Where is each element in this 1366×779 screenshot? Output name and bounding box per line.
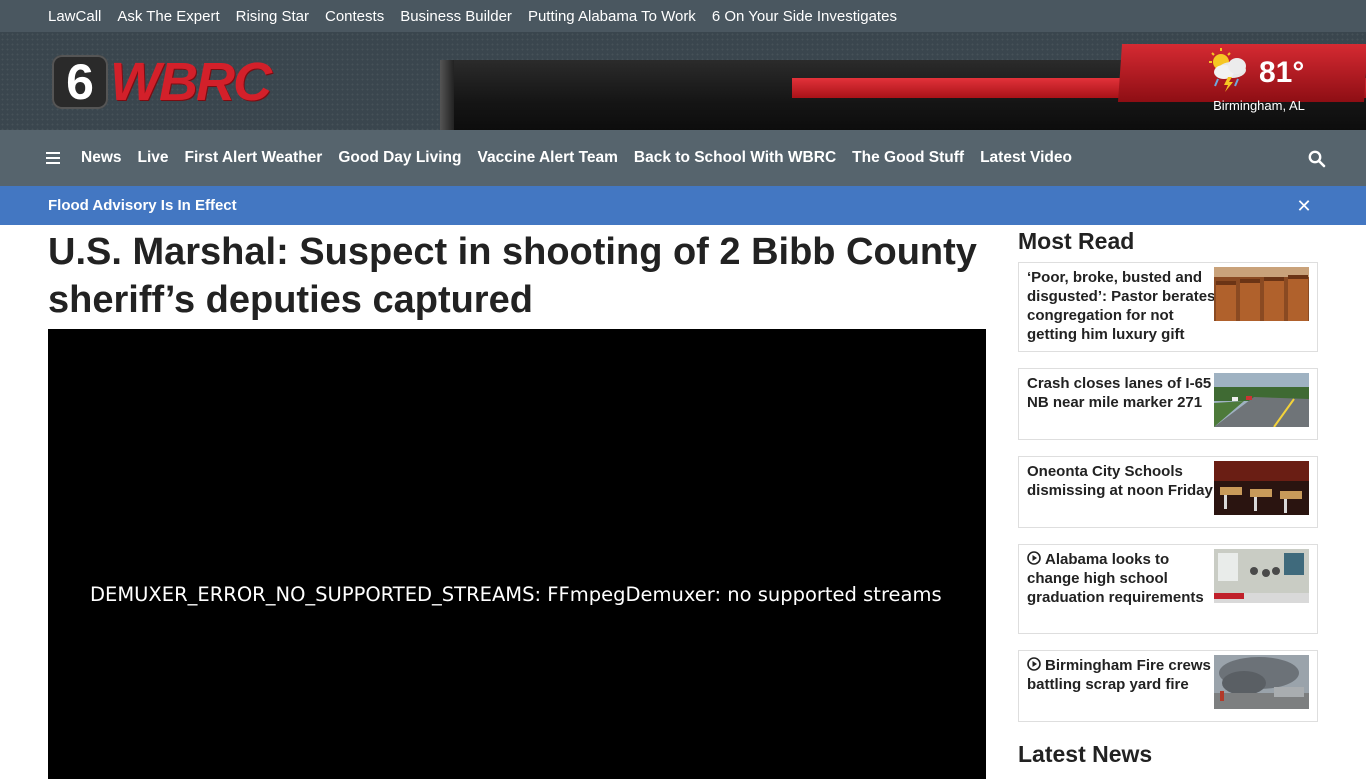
most-read-item-title: Alabama looks to change high school grad…: [1027, 551, 1204, 606]
most-read-item[interactable]: Oneonta City Schools dismissing at noon …: [1018, 456, 1318, 528]
nav-item-back-to-school[interactable]: Back to School With WBRC: [634, 149, 836, 167]
close-icon[interactable]: ✕: [1296, 197, 1312, 215]
play-icon: [1027, 551, 1041, 565]
article-headline: U.S. Marshal: Suspect in shooting of 2 B…: [48, 231, 977, 321]
alert-text: Flood Advisory Is In Effect: [48, 197, 237, 214]
site-header: 6 WBRC 81° Birmingham, AL: [0, 32, 1366, 130]
utility-link-lawcall[interactable]: LawCall: [48, 8, 101, 25]
nav-item-the-good-stuff[interactable]: The Good Stuff: [852, 149, 964, 167]
most-read-item[interactable]: ‘Poor, broke, busted and disgusted’: Pas…: [1018, 262, 1318, 352]
utility-link-business-builder[interactable]: Business Builder: [400, 8, 512, 25]
hamburger-menu-icon[interactable]: [46, 152, 60, 164]
play-icon: [1027, 657, 1041, 671]
logo-text: WBRC: [110, 52, 272, 112]
fire-smoke-thumbnail: [1214, 655, 1309, 709]
most-read-item-title: ‘Poor, broke, busted and disgusted’: Pas…: [1027, 269, 1216, 343]
banner-edge: [440, 60, 454, 130]
most-read-item[interactable]: Crash closes lanes of I-65 NB near mile …: [1018, 368, 1318, 440]
most-read-item-title: Oneonta City Schools dismissing at noon …: [1027, 463, 1213, 499]
thunderstorm-cloud-icon: [1209, 48, 1246, 92]
nav-item-good-day-living[interactable]: Good Day Living: [338, 149, 461, 167]
most-read-title: Most Read: [1018, 228, 1135, 254]
search-icon[interactable]: [1308, 150, 1326, 168]
most-read-item-title-wrap: Birmingham Fire crews battling scrap yar…: [1027, 656, 1217, 694]
classroom-meeting-thumbnail: [1214, 549, 1309, 603]
most-read-item-title: Birmingham Fire crews battling scrap yar…: [1027, 657, 1211, 693]
nav-item-live[interactable]: Live: [138, 149, 169, 167]
utility-nav: LawCall Ask The Expert Rising Star Conte…: [0, 0, 1366, 32]
most-read-item-title-wrap: Alabama looks to change high school grad…: [1027, 550, 1217, 607]
classroom-thumbnail: [1214, 461, 1309, 515]
most-read-item[interactable]: Birmingham Fire crews battling scrap yar…: [1018, 650, 1318, 722]
most-read-item[interactable]: Alabama looks to change high school grad…: [1018, 544, 1318, 634]
utility-link-putting-alabama-to-work[interactable]: Putting Alabama To Work: [528, 8, 696, 25]
nav-item-news[interactable]: News: [81, 149, 122, 167]
nav-item-first-alert-weather[interactable]: First Alert Weather: [185, 149, 323, 167]
church-pews-thumbnail: [1214, 267, 1309, 321]
nav-item-latest-video[interactable]: Latest Video: [980, 149, 1072, 167]
video-error-message: DEMUXER_ERROR_NO_SUPPORTED_STREAMS: FFmp…: [90, 583, 942, 606]
main-nav: News Live First Alert Weather Good Day L…: [0, 130, 1366, 186]
site-logo[interactable]: 6 WBRC: [52, 52, 272, 112]
video-player[interactable]: DEMUXER_ERROR_NO_SUPPORTED_STREAMS: FFmp…: [48, 329, 986, 779]
latest-news-title: Latest News: [1018, 741, 1153, 767]
weather-widget[interactable]: 81° Birmingham, AL: [1204, 46, 1314, 116]
most-read-item-title: Crash closes lanes of I-65 NB near mile …: [1027, 375, 1212, 411]
weather-temperature: 81°: [1259, 56, 1305, 89]
utility-link-6-on-your-side[interactable]: 6 On Your Side Investigates: [712, 8, 897, 25]
utility-link-rising-star[interactable]: Rising Star: [236, 8, 309, 25]
alert-banner[interactable]: Flood Advisory Is In Effect ✕: [0, 186, 1366, 225]
logo-number: 6: [52, 55, 108, 109]
utility-link-ask-the-expert[interactable]: Ask The Expert: [117, 8, 219, 25]
weather-location: Birmingham, AL: [1213, 98, 1305, 113]
utility-link-contests[interactable]: Contests: [325, 8, 384, 25]
highway-thumbnail: [1214, 373, 1309, 427]
nav-item-vaccine-alert-team[interactable]: Vaccine Alert Team: [477, 149, 617, 167]
